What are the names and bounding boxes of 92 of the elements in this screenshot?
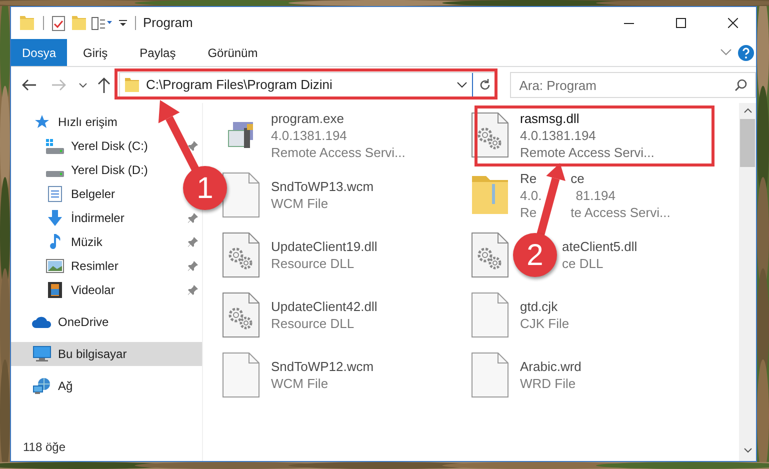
picture-icon <box>46 259 64 273</box>
file-detail: Resource DLL <box>271 255 354 272</box>
file-name[interactable]: Arabic.wrd <box>520 358 582 375</box>
file-name[interactable]: ce <box>570 170 584 186</box>
ribbon-tab[interactable]: Paylaş <box>124 39 192 66</box>
folder-icon <box>472 176 508 214</box>
file-detail: Remote Access Servi... <box>271 144 406 160</box>
chevron-down-icon <box>457 82 468 88</box>
file-name[interactable]: Re <box>520 170 537 186</box>
file-detail: WCM File <box>271 375 328 392</box>
nav-item[interactable]: İndirmeler <box>11 206 126 230</box>
ribbon-tab[interactable]: Görünüm <box>192 39 274 66</box>
file-detail: WRD File <box>520 375 576 392</box>
cloud-icon <box>32 316 52 328</box>
nav-item[interactable]: Müzik <box>11 230 104 254</box>
back-icon <box>21 78 37 92</box>
file-detail: CJK File <box>520 315 570 332</box>
settings-file-icon <box>471 112 509 158</box>
file-name[interactable]: ateClient5.dll <box>562 238 638 255</box>
nav-item[interactable]: OneDrive <box>11 310 111 334</box>
file-icon <box>471 352 509 398</box>
settings-file-icon <box>222 232 260 278</box>
maximize-icon <box>676 18 686 28</box>
drive-icon <box>46 171 64 177</box>
music-note-icon <box>49 234 61 250</box>
star-icon <box>34 114 50 130</box>
nav-item[interactable]: Videolar <box>11 278 117 302</box>
file-name[interactable]: UpdateClient42.dll <box>271 298 378 315</box>
folder-icon <box>71 16 87 30</box>
file-detail: Re <box>520 204 537 220</box>
chevron-down-icon <box>720 49 732 56</box>
chevron-down-icon <box>79 82 87 88</box>
file-icon <box>471 292 509 338</box>
minimize-icon <box>624 22 634 24</box>
file-detail: Resource DLL <box>271 315 354 332</box>
refresh-icon <box>478 79 491 91</box>
up-button[interactable] <box>97 77 111 93</box>
file-name[interactable]: SndToWP13.wcm <box>271 178 374 195</box>
file-icon <box>222 352 260 398</box>
download-icon <box>47 210 63 226</box>
file-detail: 4.0. <box>520 186 542 204</box>
forward-icon <box>51 78 67 92</box>
nav-item[interactable]: Belgeler <box>11 182 118 206</box>
file-detail: Remote Access Servi... <box>520 144 654 160</box>
file-name[interactable]: SndToWP12.wcm <box>271 358 374 375</box>
application-icon <box>228 122 254 148</box>
help-icon <box>738 44 754 60</box>
address-bar[interactable]: C:\Program Files\Program Dizini <box>119 72 498 98</box>
search-field[interactable]: Ara: Program <box>510 72 756 98</box>
document-icon <box>48 186 62 202</box>
file-detail: 4.0.1381.194 <box>520 126 596 144</box>
ribbon-tab[interactable]: Dosya <box>11 39 67 66</box>
item-count: 118 öğe <box>23 439 66 456</box>
nav-item[interactable]: Yerel Disk (D:) <box>11 158 150 182</box>
film-icon <box>48 282 62 298</box>
nav-item[interactable]: Hızlı erişim <box>11 110 120 134</box>
nav-item[interactable]: Yerel Disk (C:) <box>11 134 150 158</box>
file-detail: te Access Servi... <box>570 204 670 220</box>
folder-icon <box>19 16 35 30</box>
window-title: Program <box>143 14 193 32</box>
dropdown-icon <box>118 20 128 26</box>
search-icon <box>735 79 747 91</box>
monitor-icon <box>33 346 51 362</box>
ribbon-tab[interactable]: Giriş <box>67 39 124 66</box>
settings-file-icon <box>222 292 260 338</box>
recent-locations-button[interactable] <box>79 82 87 88</box>
checklist-icon <box>52 16 65 30</box>
network-icon <box>33 378 51 394</box>
file-name[interactable]: gtd.cjk <box>520 298 558 315</box>
properties-icon <box>91 16 113 30</box>
back-button[interactable] <box>21 78 37 92</box>
settings-file-icon <box>471 232 509 278</box>
file-detail: 81.194 <box>576 186 616 204</box>
up-icon <box>97 77 111 93</box>
scroll-up-icon <box>744 108 752 113</box>
scrollbar[interactable] <box>739 103 756 461</box>
drive-icon <box>46 138 64 154</box>
nav-item[interactable]: Bu bilgisayar <box>11 342 202 366</box>
nav-item[interactable]: Ağ <box>11 374 75 398</box>
file-name[interactable]: program.exe <box>271 110 344 126</box>
nav-item[interactable]: Resimler <box>11 254 120 278</box>
scroll-down-icon <box>744 448 752 453</box>
file-detail: ce DLL <box>562 255 604 272</box>
folder-icon <box>124 78 140 92</box>
scrollbar-thumb[interactable] <box>740 119 755 167</box>
file-name[interactable]: rasmsg.dll <box>520 110 580 126</box>
file-detail: WCM File <box>271 195 328 212</box>
file-icon <box>222 172 260 218</box>
address-path: C:\Program Files\Program Dizini <box>146 76 332 94</box>
file-name[interactable]: UpdateClient19.dll <box>271 238 378 255</box>
file-detail: 4.0.1381.194 <box>271 126 347 144</box>
close-icon <box>728 18 738 28</box>
